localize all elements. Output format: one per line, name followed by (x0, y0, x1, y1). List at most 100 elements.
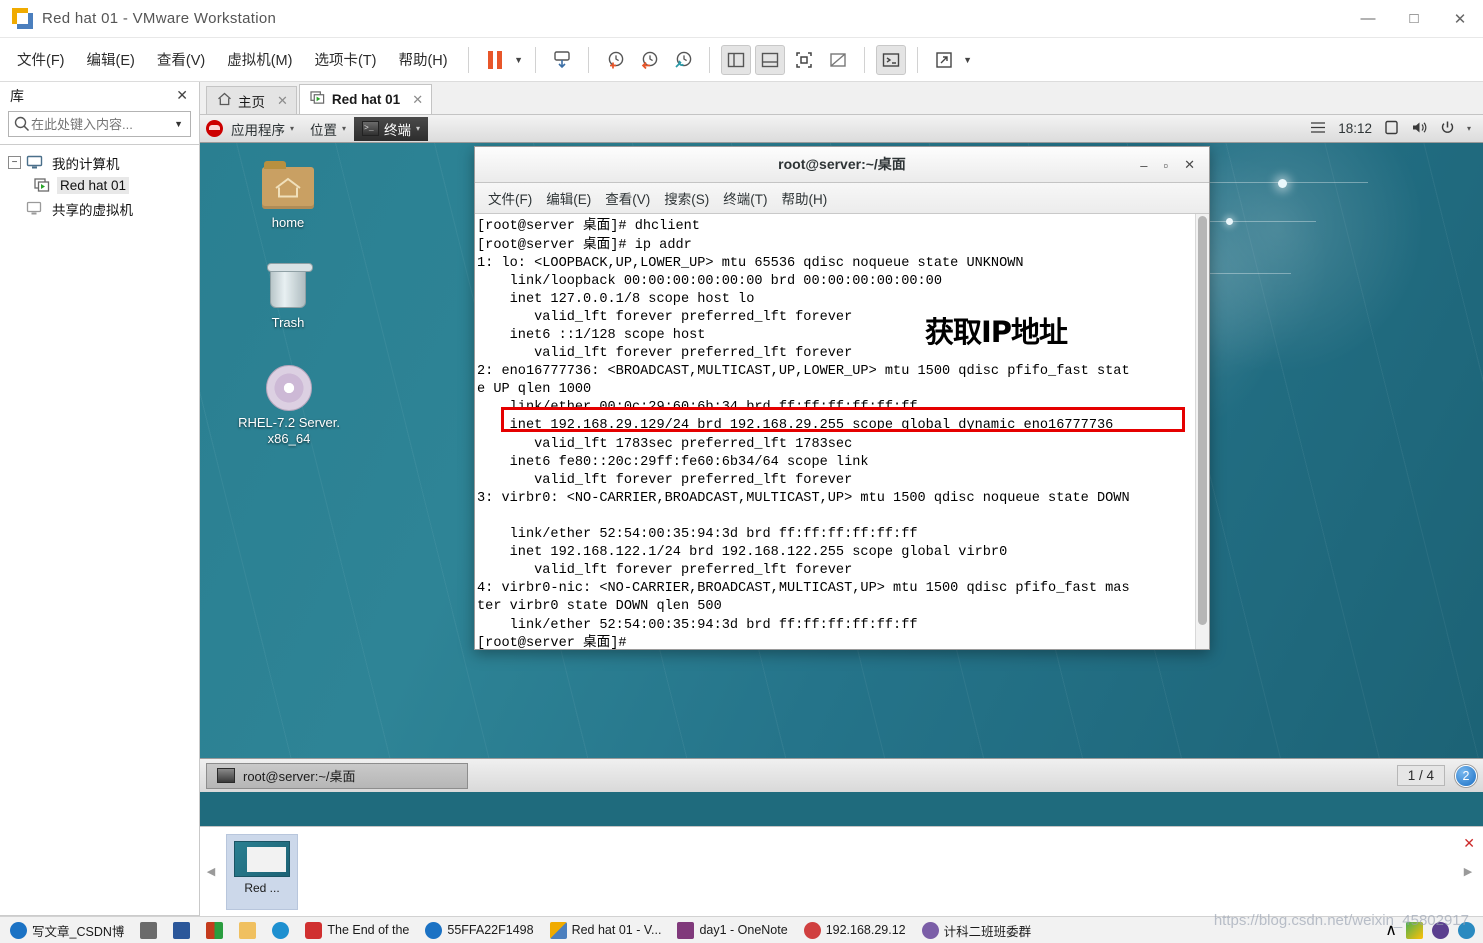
revert-snapshot-icon[interactable] (634, 45, 664, 75)
take-snapshot-icon[interactable] (600, 45, 630, 75)
tab-close-icon[interactable]: ✕ (277, 93, 288, 109)
tray-icon-3[interactable] (1458, 921, 1475, 939)
taskbar-csdn[interactable]: 写文章_CSDN博 (4, 917, 130, 943)
taskbar-app[interactable] (200, 917, 229, 943)
volume-icon[interactable] (1411, 120, 1428, 138)
taskbar-media[interactable]: The End of the (299, 917, 415, 943)
taskbar-onenote[interactable]: day1 - OneNote (671, 917, 793, 943)
thumbnail-red-hat-01[interactable]: Red ... (226, 833, 298, 910)
notification-badge[interactable]: 2 (1455, 764, 1477, 787)
console-view-icon[interactable] (875, 44, 906, 75)
toolbar-separator (467, 46, 469, 73)
taskbar-xshell[interactable]: 192.168.29.12 (798, 917, 912, 943)
taskbar-vmware[interactable]: Red hat 01 - V... (544, 917, 668, 943)
places-menu[interactable]: 位置 ▾ (302, 117, 354, 141)
applications-menu[interactable]: 应用程序 ▾ (223, 117, 302, 141)
clock[interactable]: 18:12 (1338, 121, 1372, 136)
taskbar-window-terminal[interactable]: root@server:~/桌面 (206, 762, 468, 789)
hamburger-menu-icon[interactable] (1310, 121, 1326, 137)
taskbar-explorer[interactable] (233, 917, 262, 943)
terminal-body[interactable]: [root@server 桌面]# dhclient [root@server … (475, 214, 1209, 649)
stretch-dropdown-caret-icon[interactable]: ▼ (961, 46, 975, 74)
terminal-window[interactable]: root@server:~/桌面 – ▫ ✕ 文件(F) 编辑(E) 查看(V) (474, 146, 1210, 650)
terminal-close-button[interactable]: ✕ (1184, 157, 1195, 173)
gnome-bottom-taskbar: root@server:~/桌面 1 / 4 2 (200, 758, 1483, 792)
word-icon (173, 921, 191, 939)
edge-icon (272, 921, 290, 939)
terminal-menu-file[interactable]: 文件(F) (481, 185, 539, 211)
pause-icon[interactable] (480, 45, 510, 75)
show-library-icon[interactable] (720, 44, 751, 75)
unity-mode-icon[interactable] (823, 45, 853, 75)
terminal-menu-search[interactable]: 搜索(S) (657, 185, 716, 211)
host-windows-taskbar: 写文章_CSDN博 The End of the 55FFA22F1498 Re… (0, 916, 1483, 943)
chevron-down-icon[interactable]: ▾ (1467, 124, 1471, 133)
maximize-button[interactable]: □ (1391, 0, 1437, 38)
tab-home[interactable]: 主页 ✕ (206, 86, 297, 114)
terminal-minimize-button[interactable]: – (1140, 158, 1147, 173)
search-input[interactable] (31, 116, 172, 132)
search-dropdown-caret-icon[interactable]: ▼ (171, 119, 186, 129)
menu-edit[interactable]: 编辑(E) (76, 45, 146, 74)
tab-strip: 主页 ✕ Red hat 01 ✕ (200, 82, 1483, 114)
desktop-icon-home[interactable]: home (236, 161, 340, 231)
tray-expand-caret-icon[interactable]: ∧ (1385, 920, 1397, 940)
stretch-fullscreen-icon[interactable] (929, 45, 959, 75)
fullscreen-icon[interactable] (789, 45, 819, 75)
close-button[interactable]: ✕ (1437, 0, 1483, 38)
terminal-title-bar: root@server:~/桌面 – ▫ ✕ (475, 147, 1209, 183)
show-thumbnail-bar-icon[interactable] (754, 44, 785, 75)
terminal-menu-edit[interactable]: 编辑(E) (539, 185, 598, 211)
taskbar-window-1[interactable]: 55FFA22F1498 (419, 917, 539, 943)
terminal-maximize-button[interactable]: ▫ (1163, 158, 1168, 173)
terminal-menu-view[interactable]: 查看(V) (598, 185, 657, 211)
taskbar-qq[interactable]: 计科二班班委群 (916, 917, 1038, 943)
power-icon[interactable] (1440, 120, 1455, 138)
workspace-indicator[interactable]: 1 / 4 (1396, 765, 1445, 786)
tab-red-hat-01[interactable]: Red hat 01 ✕ (298, 84, 433, 114)
menu-tabs[interactable]: 选项卡(T) (303, 45, 387, 74)
menu-file[interactable]: 文件(F) (6, 45, 76, 74)
tray-icon-1[interactable] (1406, 921, 1423, 939)
terminal-window-menu[interactable]: >_ 终端 ▾ (354, 116, 429, 141)
expander-icon[interactable]: − (8, 156, 21, 169)
vm-guest-screen[interactable]: 应用程序 ▾ 位置 ▾ >_ 终端 ▾ 18:12 ▾ home Trash R… (200, 114, 1483, 826)
display-icon[interactable] (1384, 120, 1399, 138)
menu-vm[interactable]: 虚拟机(M) (216, 45, 303, 74)
tree-item-red-hat-01[interactable]: Red hat 01 (0, 174, 199, 197)
terminal-window-menu-label: 终端 (384, 122, 412, 138)
thumbnail-scroll-left-icon[interactable]: ◀ (200, 827, 222, 917)
terminal-menu-terminal[interactable]: 终端(T) (716, 185, 774, 211)
library-sidebar: 库 ✕ ▼ − 我的计算机 (0, 82, 200, 916)
scrollbar-thumb[interactable] (1198, 216, 1207, 625)
menu-view[interactable]: 查看(V) (146, 45, 216, 74)
terminal-scrollbar[interactable] (1195, 214, 1209, 649)
tray-icon-2[interactable] (1432, 921, 1449, 939)
close-thumbnail-bar-icon[interactable]: ✕ (1463, 835, 1475, 852)
desktop-icon-rhel-iso[interactable]: RHEL-7.2 Server. x86_64 (230, 361, 348, 447)
desktop-icon-trash[interactable]: Trash (236, 261, 340, 331)
tab-close-icon[interactable]: ✕ (412, 92, 423, 108)
manage-snapshots-icon[interactable] (668, 45, 698, 75)
library-search-box[interactable]: ▼ (8, 111, 191, 137)
minimize-button[interactable]: — (1345, 0, 1391, 38)
taskbar-item-label: The End of the (327, 923, 410, 937)
close-library-icon[interactable]: ✕ (173, 87, 191, 104)
taskbar-item-label: 计科二班班委群 (943, 924, 1032, 939)
home-icon (217, 92, 232, 109)
send-snapshot-icon[interactable] (547, 45, 577, 75)
tree-item-shared-vms[interactable]: 共享的虚拟机 (0, 197, 199, 220)
gnome-desktop[interactable]: home Trash RHEL-7.2 Server. x86_64 root@… (200, 143, 1483, 792)
terminal-menu-help[interactable]: 帮助(H) (775, 185, 835, 211)
taskbar-edge[interactable] (266, 917, 295, 943)
title-bar: Red hat 01 - VMware Workstation — □ ✕ (0, 0, 1483, 38)
wallpaper-dot (1277, 178, 1287, 188)
taskbar-word[interactable] (167, 917, 196, 943)
menu-help[interactable]: 帮助(H) (387, 45, 458, 74)
tree-item-my-computer[interactable]: − 我的计算机 (0, 151, 199, 174)
window-title: Red hat 01 - VMware Workstation (42, 10, 277, 27)
shared-vm-icon (26, 201, 43, 216)
csdn-icon (10, 921, 27, 939)
pause-dropdown-caret-icon[interactable]: ▼ (512, 46, 526, 74)
taskbar-calculator[interactable] (134, 917, 163, 943)
